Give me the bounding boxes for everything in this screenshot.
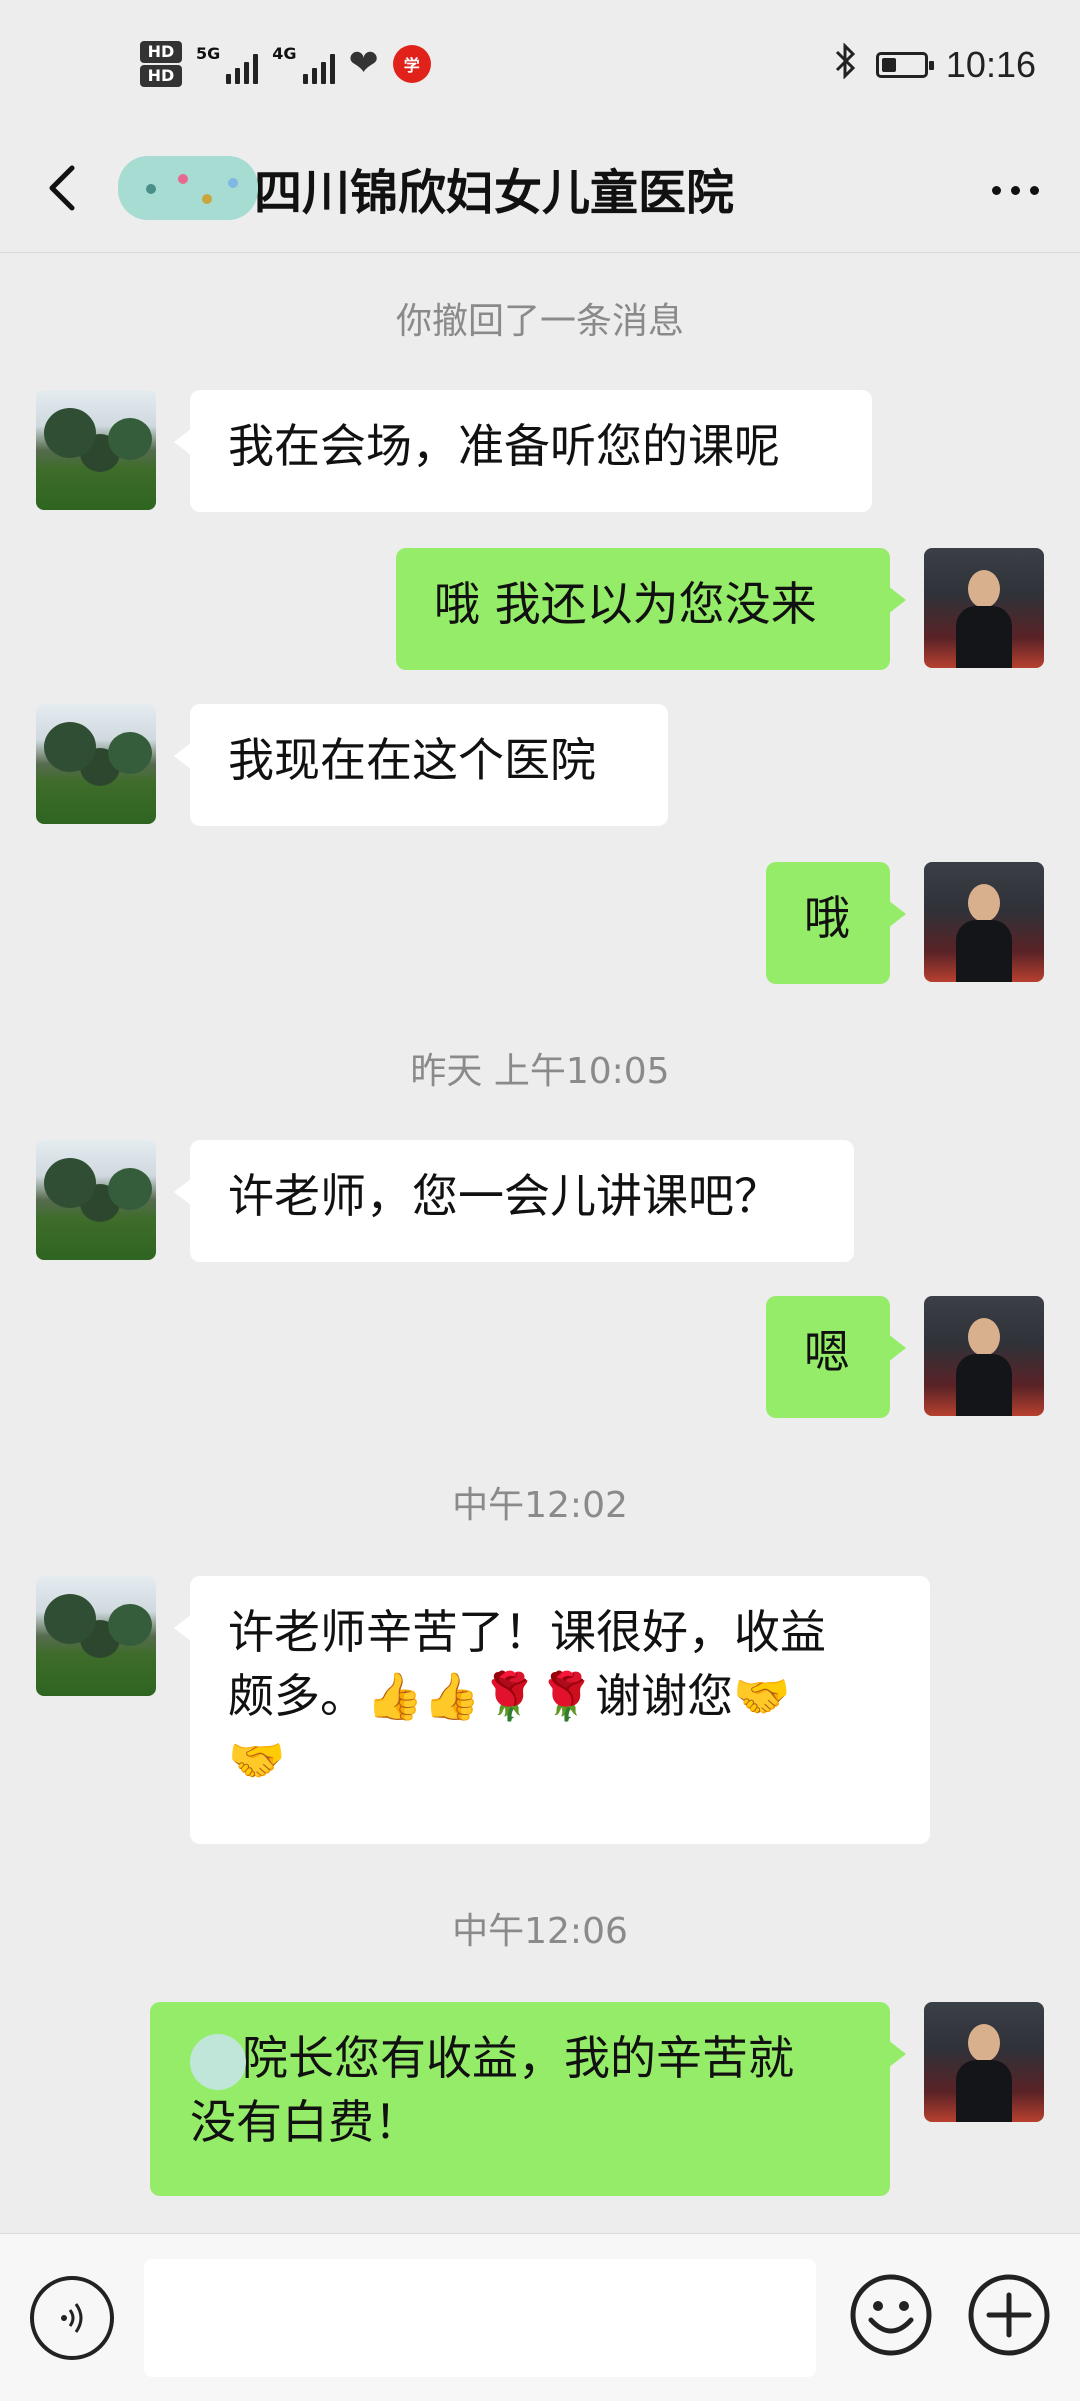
avatar[interactable] — [36, 1576, 156, 1696]
avatar[interactable] — [36, 1140, 156, 1260]
chat-header: 四川锦欣妇女儿童医院 — [0, 130, 1080, 253]
chat-title-text: 四川锦欣妇女儿童医院 — [254, 165, 735, 221]
message-text: 院长您有收益，我的辛苦就 — [242, 2031, 794, 2085]
back-arrow-icon[interactable] — [36, 158, 96, 218]
more-icon[interactable] — [980, 160, 1050, 220]
bluetooth-icon — [834, 41, 858, 88]
recalled-notice: 你撤回了一条消息 — [395, 301, 684, 342]
avatar[interactable] — [36, 390, 156, 510]
avatar[interactable] — [924, 2002, 1044, 2122]
message-text: 颇多。 — [228, 1669, 366, 1723]
message-bubble-received[interactable]: 我在会场，准备听您的课呢 — [174, 390, 872, 512]
network-4g-label: 4G — [272, 44, 297, 63]
message-bubble-sent[interactable]: 院长您有收益，我的辛苦就 没有白费！ — [150, 2002, 906, 2196]
app-badge-icon: 学 — [392, 45, 431, 83]
timestamp: 昨天 上午10:05 — [410, 1051, 670, 1092]
message-bubble-received[interactable]: 许老师，您一会儿讲课吧？ — [174, 1140, 854, 1262]
timestamp: 中午12:06 — [452, 1911, 628, 1952]
message-text: 谢谢您 — [595, 1669, 734, 1723]
redacted-name-blur — [118, 156, 258, 220]
emoji-icon[interactable] — [846, 2270, 936, 2360]
message-bubble-sent[interactable]: 哦 我还以为您没来 — [396, 548, 906, 670]
message-bubble-received[interactable]: 许老师辛苦了！课很好，收益 颇多。👍👍🌹🌹谢谢您🤝 🤝 — [174, 1576, 930, 1844]
hd-badge-1: HD — [140, 41, 182, 63]
status-left: HD HD 5G 4G ❤ 学 — [140, 34, 431, 94]
battery-icon — [875, 52, 934, 78]
message-line: 院长您有收益，我的辛苦就 — [190, 2026, 852, 2090]
heart-rate-icon: ❤ — [348, 43, 379, 84]
message-bubble-sent[interactable]: 哦 — [766, 862, 906, 984]
avatar[interactable] — [924, 1296, 1044, 1416]
avatar[interactable] — [924, 548, 1044, 668]
network-5g-label: 5G — [196, 44, 221, 63]
status-right: 10:16 — [834, 40, 1036, 90]
input-bar — [0, 2233, 1080, 2401]
redacted-name-blur — [190, 2033, 246, 2090]
message-bubble-received[interactable]: 我现在在这个医院 — [174, 704, 668, 826]
thumbs-rose-emoji: 👍👍🌹🌹 — [366, 1669, 596, 1723]
handshake-emoji: 🤝 — [733, 1669, 791, 1723]
status-time: 10:16 — [945, 44, 1036, 85]
signal-5g-icon: 5G — [196, 44, 259, 84]
message-input[interactable] — [144, 2259, 816, 2377]
message-line: 许老师辛苦了！课很好，收益 — [228, 1605, 826, 1659]
voice-icon[interactable] — [30, 2276, 114, 2360]
hd-badge-2: HD — [140, 65, 182, 87]
avatar[interactable] — [924, 862, 1044, 982]
message-line: 颇多。👍👍🌹🌹谢谢您🤝 — [228, 1664, 892, 1728]
handshake-emoji: 🤝 — [228, 1733, 286, 1787]
chat-title: 四川锦欣妇女儿童医院 — [118, 148, 734, 228]
signal-4g-icon: 4G — [272, 44, 335, 84]
timestamp: 中午12:02 — [452, 1485, 628, 1526]
message-bubble-sent[interactable]: 嗯 — [766, 1296, 906, 1418]
avatar[interactable] — [36, 704, 156, 824]
message-line: 没有白费！ — [190, 2095, 420, 2149]
plus-icon[interactable] — [964, 2270, 1054, 2360]
hd-indicators: HD HD — [140, 41, 182, 87]
status-bar: HD HD 5G 4G ❤ 学 10:16 — [0, 0, 1080, 130]
